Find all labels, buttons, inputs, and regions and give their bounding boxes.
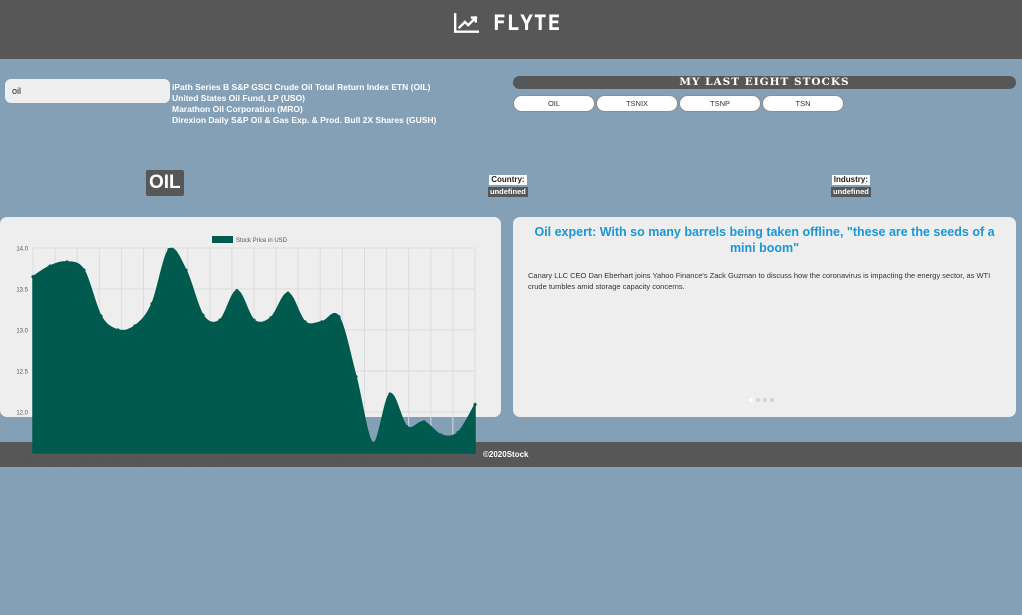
data-point [184, 268, 188, 272]
x-tick-label: Aug 19 [68, 460, 85, 466]
x-tick-label: Sep 4 [335, 460, 349, 466]
x-tick-label: Sep 11 [422, 460, 439, 466]
x-tick-label: Sep 1 [269, 460, 283, 466]
data-point [371, 441, 375, 445]
trending-chart-icon [453, 13, 479, 33]
y-tick-label: 14.0 [16, 247, 28, 253]
ticker-symbol: OIL [146, 170, 184, 196]
data-point [99, 314, 103, 318]
carousel-dot[interactable] [763, 398, 767, 402]
data-point [31, 275, 35, 279]
y-tick-label: 13.5 [16, 288, 28, 294]
recent-stocks-panel: MY LAST EIGHT STOCKS OIL TSNIX TSNP TSN [513, 76, 1016, 112]
x-tick-label: Sep 8 [357, 460, 371, 466]
data-point [65, 260, 69, 264]
industry-label: Industry: [831, 175, 871, 185]
x-tick-label: Aug 24 [135, 460, 152, 466]
data-point [269, 316, 273, 320]
news-carousel-dots [749, 398, 774, 402]
data-point [150, 302, 154, 306]
data-point [235, 289, 239, 293]
recent-stock-chip[interactable]: TSN [762, 95, 844, 112]
recent-stock-chip[interactable]: OIL [513, 95, 595, 112]
data-point [48, 264, 52, 268]
x-tick-label: Aug 26 [179, 460, 196, 466]
data-point [388, 392, 392, 396]
x-tick-label: Sep 9 [379, 460, 393, 466]
search-suggestions: iPath Series B S&P GSCI Crude Oil Total … [172, 82, 436, 126]
country-label: Country: [489, 175, 527, 185]
industry-info: Industry: undefined [831, 169, 871, 197]
data-point [252, 318, 256, 322]
industry-value: undefined [831, 187, 871, 197]
country-info: Country: undefined [488, 169, 528, 197]
data-point [473, 403, 477, 407]
suggestion-item[interactable]: Direxion Daily S&P Oil & Gas Exp. & Prod… [172, 115, 436, 126]
news-headline[interactable]: Oil expert: With so many barrels being t… [523, 224, 1006, 256]
data-point [286, 291, 290, 295]
x-tick-label: Sep 3 [313, 460, 327, 466]
data-point [201, 313, 205, 317]
recent-stocks-title: MY LAST EIGHT STOCKS [513, 76, 1016, 89]
data-point [456, 430, 460, 435]
suggestion-item[interactable]: United States Oil Fund, LP (USO) [172, 93, 436, 104]
x-tick-label: Aug 17 [24, 460, 41, 466]
data-point [422, 420, 426, 424]
country-value: undefined [488, 187, 528, 197]
news-summary: Canary LLC CEO Dan Eberhart joins Yahoo … [528, 271, 991, 291]
x-tick-label: Sep 2 [291, 460, 305, 466]
x-tick-label: Sep 1 [468, 460, 482, 466]
x-tick-label: Aug 18 [46, 460, 63, 466]
data-point [133, 324, 137, 328]
x-tick-label: Aug 31 [245, 460, 262, 466]
x-tick-label: Aug 25 [157, 460, 174, 466]
carousel-dot[interactable] [770, 398, 774, 402]
data-point [405, 425, 409, 429]
data-point [354, 375, 358, 379]
recent-stocks-list: OIL TSNIX TSNP TSN [513, 95, 1016, 112]
carousel-dot[interactable] [756, 398, 760, 402]
data-point [167, 248, 171, 252]
news-card[interactable]: Oil expert: With so many barrels being t… [513, 217, 1016, 417]
legend-swatch [212, 236, 233, 243]
x-tick-label: Aug 28 [223, 460, 240, 466]
y-tick-label: 12.5 [16, 370, 28, 376]
data-point [82, 268, 86, 272]
data-point [303, 320, 307, 324]
carousel-dot[interactable] [749, 398, 753, 402]
suggestion-item[interactable]: Marathon Oil Corporation (MRO) [172, 104, 436, 115]
x-tick-label: Aug 20 [91, 460, 108, 466]
x-tick-label: Sep 10 [400, 460, 417, 466]
recent-stock-chip[interactable]: TSNP [679, 95, 761, 112]
x-tick-label: Sep 14 [444, 460, 461, 466]
price-chart: 14.0 13.5 13.0 12.5 12.0 11.5 Aug 17 Aug 18 Aug … [16, 236, 482, 466]
brand-name: FLYTE [493, 11, 562, 35]
y-tick-label: 11.5 [17, 452, 29, 458]
y-tick-label: 12.0 [16, 411, 28, 417]
stock-search-input[interactable] [5, 79, 170, 103]
brand-logo[interactable]: FLYTE [453, 8, 561, 38]
suggestion-item[interactable]: iPath Series B S&P GSCI Crude Oil Total … [172, 82, 436, 93]
legend-label: Stock Price in USD [236, 238, 288, 244]
x-tick-label: Aug 27 [201, 460, 218, 466]
x-tick-label: Aug 21 [113, 460, 130, 466]
y-tick-label: 13.0 [16, 329, 28, 335]
data-point [337, 315, 341, 319]
data-point [218, 318, 222, 322]
data-point [116, 328, 120, 332]
data-point [439, 433, 443, 437]
data-point [320, 320, 324, 324]
top-header: FLYTE [0, 0, 1022, 59]
recent-stock-chip[interactable]: TSNIX [596, 95, 678, 112]
